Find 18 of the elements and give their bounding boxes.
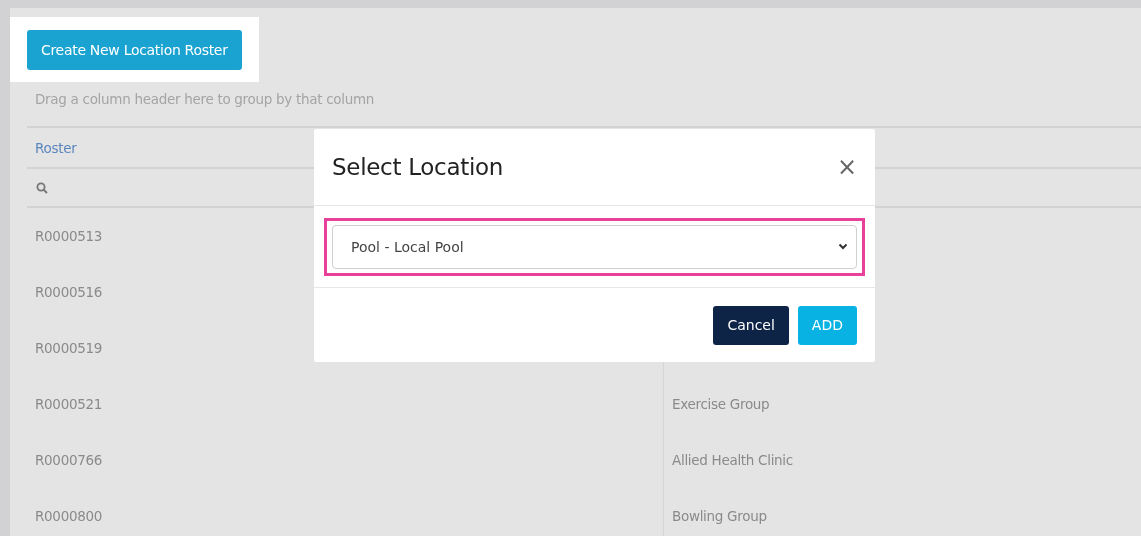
chevron-down-icon bbox=[838, 243, 848, 250]
table-cell: R0000513 bbox=[35, 228, 103, 244]
table-cell: R0000766 bbox=[35, 452, 103, 468]
table-cell: R0000516 bbox=[35, 284, 103, 300]
column-header[interactable]: Roster bbox=[35, 139, 77, 156]
cancel-button[interactable]: Cancel bbox=[713, 305, 789, 345]
group-hint: Drag a column header here to group by that column bbox=[35, 91, 376, 107]
search-icon[interactable] bbox=[36, 181, 48, 194]
table-cell: R0000521 bbox=[35, 396, 103, 412]
location-select[interactable]: Pool - Local Pool bbox=[332, 224, 857, 269]
table-cell: Allied Health Clinic bbox=[672, 452, 793, 468]
table-cell: R0000519 bbox=[35, 340, 103, 356]
table-cell: R0000800 bbox=[35, 508, 103, 524]
table-cell: Exercise Group bbox=[672, 396, 770, 412]
table-cell: Bowling Group bbox=[672, 508, 767, 524]
dialog-title: Select Location bbox=[332, 154, 504, 180]
create-roster-button[interactable]: Create New Location Roster bbox=[27, 30, 242, 70]
close-button[interactable]: × bbox=[836, 155, 857, 179]
